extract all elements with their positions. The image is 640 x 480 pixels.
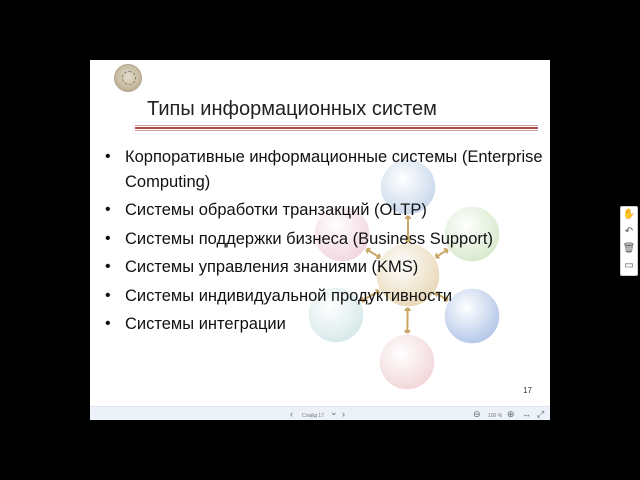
zoom-level: 100 %	[488, 413, 503, 419]
bullet-text: Системы управления знаниями (KMS)	[125, 258, 419, 276]
bullet-text: Системы индивидуальной продуктивности	[125, 286, 453, 305]
bullet-item-2: • Системы обработки транзакций (OLTP)	[105, 198, 545, 223]
side-toolbar: ✋ ↶ 🗑 ▭	[620, 206, 638, 276]
undo-icon[interactable]: ↶	[621, 224, 637, 240]
slide: Типы информационных систем • Корпоративны…	[90, 60, 550, 420]
slide-indicator[interactable]: Слайд 17	[302, 410, 324, 420]
bullet-item-5: • Системы индивидуальной продуктивности	[105, 284, 545, 309]
chevron-down-icon[interactable]: ⌄	[330, 406, 338, 418]
diagram-circle-bottom	[378, 333, 436, 391]
bullet-text: Корпоративные информационные системы (En…	[125, 148, 543, 191]
viewer-toolbar: ‹ Слайд 17 ⌄ › ⊖ 100 % ⊕ ↔ ⤢	[90, 406, 550, 420]
bullet-item-3: • Системы поддержки бизнеса (Business Sup…	[105, 227, 545, 252]
trash-icon[interactable]: 🗑	[621, 241, 637, 257]
bullet-item-4: • Системы управления знаниями (KMS)	[105, 255, 545, 280]
fullscreen-icon[interactable]: ⤢	[537, 408, 544, 420]
zoom-in-icon[interactable]: ⊕	[507, 408, 515, 420]
bullet-dot: •	[105, 315, 111, 332]
bullet-list: • Корпоративные информационные системы (E…	[105, 145, 545, 341]
comment-icon[interactable]: ▭	[621, 258, 637, 274]
title-underline	[135, 125, 538, 131]
bullet-item-6: • Системы интеграции	[105, 312, 545, 337]
bullet-item-1: • Корпоративные информационные системы (E…	[105, 145, 545, 194]
bullet-text: Системы обработки транзакций (OLTP)	[125, 201, 427, 219]
university-logo	[114, 64, 142, 92]
slide-title: Типы информационных систем	[147, 98, 437, 120]
slide-number: 17	[523, 386, 532, 395]
bullet-dot: •	[105, 286, 111, 304]
hand-icon[interactable]: ✋	[621, 207, 637, 223]
zoom-out-icon[interactable]: ⊖	[473, 408, 481, 420]
bullet-text: Системы поддержки бизнеса (Business Supp…	[125, 229, 493, 248]
fit-width-icon[interactable]: ↔	[522, 408, 531, 420]
prev-slide-icon[interactable]: ‹	[290, 408, 293, 420]
bullet-dot: •	[105, 148, 111, 165]
bullet-dot: •	[105, 229, 111, 247]
next-slide-icon[interactable]: ›	[342, 408, 345, 420]
bullet-text: Системы интеграции	[125, 315, 286, 333]
bullet-dot: •	[105, 201, 111, 218]
bullet-dot: •	[105, 258, 111, 275]
